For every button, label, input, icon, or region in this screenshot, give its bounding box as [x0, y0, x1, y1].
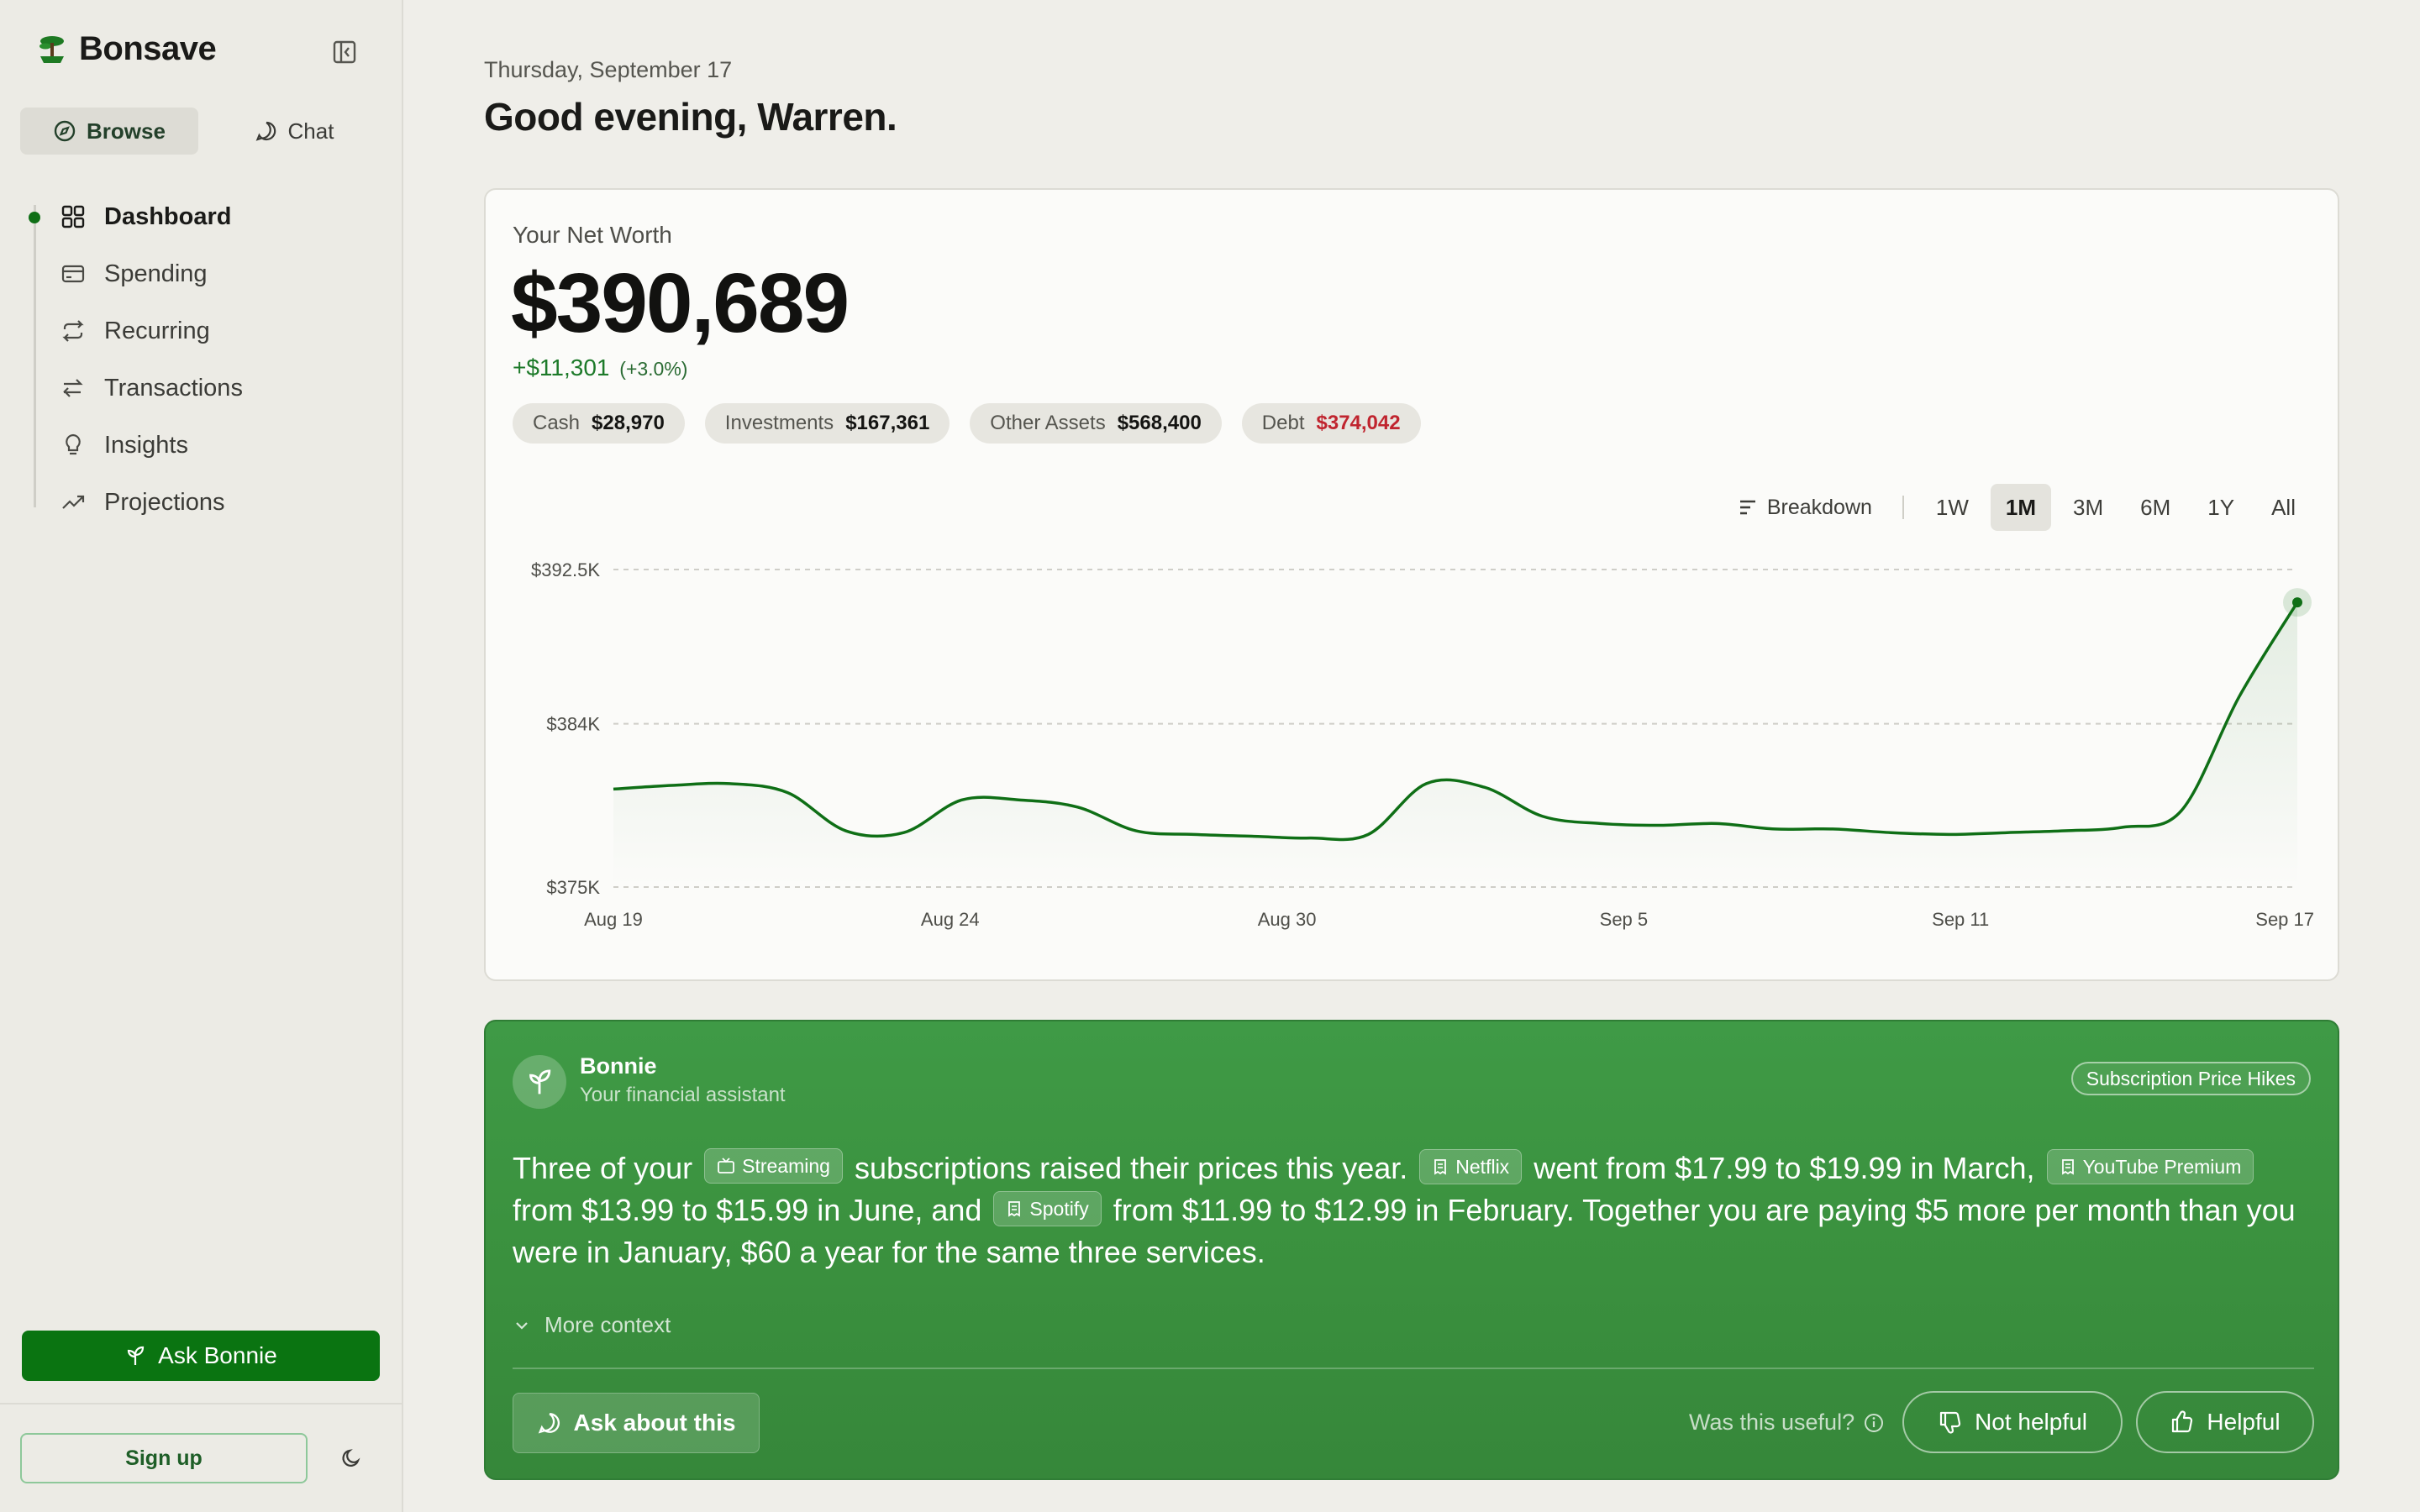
grid-icon	[61, 205, 85, 228]
lightbulb-icon	[66, 433, 81, 455]
sidebar-item-transactions[interactable]: Transactions	[34, 360, 387, 417]
y-tick-label: $392.5K	[531, 559, 600, 580]
theme-toggle[interactable]	[334, 1441, 368, 1475]
tab-chat-label: Chat	[287, 118, 334, 144]
assistant-name: Bonnie	[580, 1053, 657, 1079]
tab-chat[interactable]: Chat	[205, 108, 383, 155]
more-context-label: More context	[544, 1312, 671, 1337]
helpful-label: Helpful	[2207, 1409, 2281, 1435]
page-title: Good evening, Warren.	[484, 95, 897, 139]
sprout-icon	[529, 1069, 551, 1095]
x-tick-label: Aug 24	[921, 909, 980, 930]
sidebar-item-label: Spending	[104, 260, 208, 287]
sidebar: Bonsave Browse Chat Dashboard Spending R…	[0, 0, 403, 1512]
receipt-icon	[1434, 1159, 1447, 1175]
sidebar-item-insights[interactable]: Insights	[34, 417, 387, 474]
net-worth-card: Your Net Worth $390,689 +$11,301 (+3.0%)…	[484, 188, 2339, 981]
insight-segment: went from $17.99 to $19.99 in March,	[1534, 1151, 2035, 1185]
sidebar-item-label: Insights	[104, 431, 188, 459]
receipt-icon	[1008, 1201, 1021, 1217]
app-name: Bonsave	[79, 30, 217, 67]
endpoint-point	[2292, 597, 2302, 608]
not-helpful-button[interactable]: Not helpful	[1902, 1391, 2123, 1453]
chat-bubble-icon	[255, 121, 276, 141]
mode-tabs: Browse Chat	[20, 108, 383, 155]
sidebar-item-dashboard[interactable]: Dashboard	[29, 188, 387, 245]
bonsai-logo-icon	[39, 35, 64, 63]
bonnie-insight-card: Bonnie Your financial assistant Subscrip…	[484, 1020, 2339, 1480]
sidebar-item-spending[interactable]: Spending	[34, 245, 387, 302]
receipt-icon	[2061, 1159, 2074, 1175]
sidebar-item-projections[interactable]: Projections	[34, 474, 387, 531]
not-helpful-label: Not helpful	[1975, 1409, 2087, 1435]
sidebar-item-label: Dashboard	[104, 202, 232, 230]
chat-bubble-icon	[538, 1413, 560, 1434]
tag-spotify[interactable]: Spotify	[993, 1191, 1102, 1226]
info-icon[interactable]	[1863, 1412, 1885, 1434]
tag-streaming[interactable]: Streaming	[704, 1148, 843, 1184]
card-icon	[61, 265, 85, 283]
sprout-icon	[128, 1346, 145, 1365]
tag-label: Spotify	[1029, 1198, 1089, 1220]
x-tick-label: Sep 17	[2255, 909, 2314, 930]
sidebar-item-label: Projections	[104, 488, 225, 516]
sidebar-item-label: Transactions	[104, 374, 243, 402]
ask-bonnie-button[interactable]: Ask Bonnie	[22, 1331, 380, 1381]
assistant-subtitle: Your financial assistant	[580, 1084, 786, 1106]
sign-up-button[interactable]: Sign up	[20, 1433, 308, 1483]
tag-label: YouTube Premium	[2082, 1156, 2242, 1178]
active-indicator	[29, 212, 40, 223]
ask-about-label: Ask about this	[573, 1410, 736, 1436]
x-tick-label: Sep 11	[1932, 909, 1989, 930]
net-worth-chart: $375K $384K $392.5K Aug 19 Aug 24 Aug 30 Sep 5…	[531, 559, 2314, 930]
sidebar-item-recurring[interactable]: Recurring	[34, 302, 387, 360]
divider	[513, 1368, 2314, 1369]
insight-segment: subscriptions raised their prices this y…	[854, 1151, 1408, 1185]
ask-about-this-button[interactable]: Ask about this	[513, 1393, 760, 1453]
x-tick-label: Aug 30	[1258, 909, 1317, 930]
insight-text: Three of your Streaming subscriptions ra…	[513, 1147, 2311, 1273]
tab-browse-label: Browse	[87, 118, 166, 144]
insight-segment: Three of your	[513, 1151, 693, 1185]
arrows-swap-icon	[63, 379, 83, 397]
tag-label: Streaming	[742, 1155, 830, 1177]
thumbs-down-icon	[1939, 1411, 1961, 1434]
helpful-button[interactable]: Helpful	[2136, 1391, 2314, 1453]
usefulness-prompt: Was this useful?	[1689, 1410, 1885, 1436]
moon-icon	[342, 1449, 360, 1467]
x-tick-label: Sep 5	[1600, 909, 1649, 930]
current-date: Thursday, September 17	[484, 57, 733, 82]
sidebar-item-label: Recurring	[104, 317, 210, 344]
brand[interactable]: Bonsave	[34, 30, 217, 68]
main-nav: Dashboard Spending Recurring Transaction…	[29, 188, 387, 531]
compass-icon	[54, 120, 76, 142]
usefulness-label: Was this useful?	[1689, 1410, 1855, 1435]
more-context-toggle[interactable]: More context	[513, 1312, 671, 1338]
x-tick-label: Aug 19	[584, 909, 643, 930]
series-area	[613, 602, 2297, 887]
bonnie-avatar	[513, 1055, 566, 1109]
y-tick-label: $384K	[546, 714, 600, 735]
tab-browse[interactable]: Browse	[20, 108, 198, 155]
thumbs-up-icon	[2172, 1410, 2193, 1433]
tag-youtube-premium[interactable]: YouTube Premium	[2046, 1149, 2254, 1184]
ask-bonnie-label: Ask Bonnie	[158, 1342, 277, 1368]
collapse-sidebar-button[interactable]	[328, 35, 361, 69]
y-tick-label: $375K	[546, 877, 600, 898]
insight-segment: from $13.99 to $15.99 in June, and	[513, 1193, 982, 1227]
tv-icon	[718, 1158, 735, 1173]
topic-badge: Subscription Price Hikes	[2070, 1062, 2311, 1095]
repeat-icon	[62, 320, 84, 342]
trend-up-icon	[62, 495, 85, 509]
sidebar-collapse-icon	[333, 40, 356, 64]
divider	[0, 1403, 403, 1404]
tag-label: Netflix	[1455, 1156, 1510, 1178]
chevron-down-icon	[516, 1321, 528, 1330]
tag-netflix[interactable]: Netflix	[1419, 1149, 1523, 1184]
